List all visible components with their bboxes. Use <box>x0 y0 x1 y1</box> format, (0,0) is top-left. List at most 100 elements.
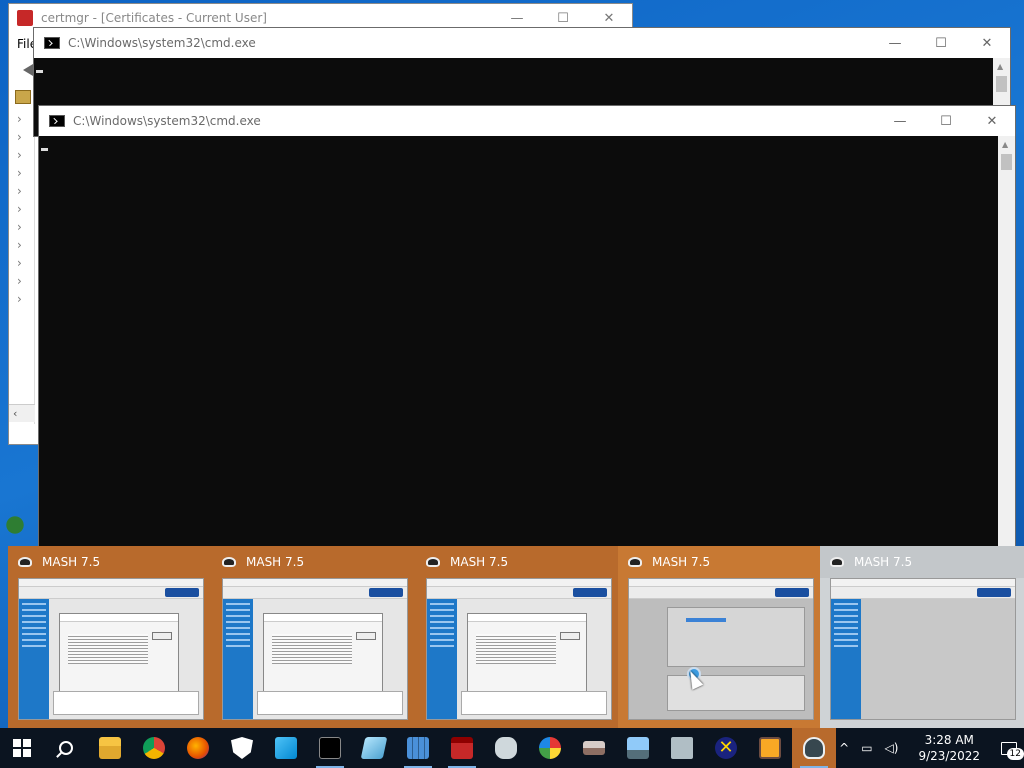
system-tray: ^ ▭ ◁) 3:28 AM 9/23/2022 12 <box>833 728 1024 768</box>
cmd-icon <box>44 37 60 49</box>
thumbnail-mash-2[interactable]: MASH 7.5 <box>212 546 416 728</box>
thumbnail-mash-5[interactable]: MASH 7.5 <box>820 546 1024 728</box>
expand-chevron-icon[interactable]: › <box>17 238 22 252</box>
cmd-front-titlebar[interactable]: C:\Windows\system32\cmd.exe — ☐ ✕ <box>39 106 1015 136</box>
back-arrow-icon[interactable] <box>15 64 33 76</box>
mash-logo <box>573 588 607 597</box>
computer-icon <box>627 737 649 759</box>
certmgr-title: certmgr - [Certificates - Current User] <box>41 11 267 25</box>
mash-logo <box>977 588 1011 597</box>
mash-icon <box>18 557 32 567</box>
horizontal-scrollbar[interactable]: ‹ <box>9 404 35 422</box>
search-icon <box>59 741 73 755</box>
scroll-thumb[interactable] <box>996 76 1007 92</box>
taskbar-chrome[interactable] <box>132 728 176 768</box>
clock-time: 3:28 AM <box>924 733 974 747</box>
show-hidden-icons-chevron-icon[interactable]: ^ <box>833 741 855 755</box>
taskbar-thumbnail-strip: MASH 7.5 MASH 7.5 MASH 7.5 MASH 7.5 MASH… <box>8 546 1024 728</box>
start-button[interactable] <box>0 728 44 768</box>
taskbar-calculator[interactable] <box>396 728 440 768</box>
taskbar-paint[interactable] <box>528 728 572 768</box>
mash-icon <box>830 557 844 567</box>
folder-icon[interactable] <box>15 90 31 104</box>
taskbar-network[interactable] <box>660 728 704 768</box>
cmd-window-front[interactable]: C:\Windows\system32\cmd.exe — ☐ ✕ ▲ <box>38 105 1016 550</box>
thumbnail-title: MASH 7.5 <box>854 555 913 569</box>
desktop: certmgr - [Certificates - Current User] … <box>0 0 1024 728</box>
taskbar-cmd[interactable] <box>308 728 352 768</box>
vertical-scrollbar[interactable]: ▲ <box>998 136 1015 549</box>
media-icon <box>759 737 781 759</box>
taskbar-toolbox[interactable] <box>440 728 484 768</box>
taskbar-hands[interactable] <box>484 728 528 768</box>
x-app-icon: ✕ <box>715 737 737 759</box>
scroll-thumb[interactable] <box>1001 154 1012 170</box>
notification-center-button[interactable]: 12 <box>994 736 1024 760</box>
minimize-button[interactable]: — <box>872 29 918 57</box>
security-shield-icon <box>231 737 253 759</box>
app-icon <box>360 737 388 759</box>
hands-icon <box>495 737 517 759</box>
text-cursor <box>41 148 48 151</box>
mash-logo <box>369 588 403 597</box>
scroll-up-icon[interactable]: ▲ <box>997 62 1003 71</box>
expand-chevron-icon[interactable]: › <box>17 274 22 288</box>
network-icon <box>671 737 693 759</box>
scanner-icon <box>583 741 605 755</box>
taskbar-x-app[interactable]: ✕ <box>704 728 748 768</box>
photos-icon <box>275 737 297 759</box>
minimize-button[interactable]: — <box>877 107 923 135</box>
cmd-back-title: C:\Windows\system32\cmd.exe <box>68 36 256 50</box>
thumbnail-mash-1[interactable]: MASH 7.5 <box>8 546 212 728</box>
expand-chevron-icon[interactable]: › <box>17 202 22 216</box>
expand-chevron-icon[interactable]: › <box>17 112 22 126</box>
taskbar-media[interactable] <box>748 728 792 768</box>
taskbar-photos[interactable] <box>264 728 308 768</box>
thumbnail-title: MASH 7.5 <box>450 555 509 569</box>
volume-icon[interactable]: ◁) <box>879 741 905 755</box>
thumbnail-preview <box>628 578 814 720</box>
network-status-icon[interactable]: ▭ <box>855 741 878 755</box>
clock[interactable]: 3:28 AM 9/23/2022 <box>904 732 994 764</box>
expand-chevron-icon[interactable]: › <box>17 130 22 144</box>
certmgr-tree: › › › › › › › › › › › <box>9 54 35 424</box>
cmd-icon <box>49 115 65 127</box>
cmd-icon <box>319 737 341 759</box>
search-button[interactable] <box>44 728 88 768</box>
thumbnail-mash-3[interactable]: MASH 7.5 <box>416 546 620 728</box>
maximize-button[interactable]: ☐ <box>923 107 969 135</box>
scroll-up-icon[interactable]: ▲ <box>1002 140 1008 149</box>
mash-icon <box>222 557 236 567</box>
paint-icon <box>539 737 561 759</box>
file-explorer-icon <box>99 737 121 759</box>
thumbnail-title: MASH 7.5 <box>246 555 305 569</box>
close-button[interactable]: ✕ <box>969 107 1015 135</box>
toolbox-icon <box>451 737 473 759</box>
taskbar-file-explorer[interactable] <box>88 728 132 768</box>
expand-chevron-icon[interactable]: › <box>17 292 22 306</box>
expand-chevron-icon[interactable]: › <box>17 148 22 162</box>
taskbar-firefox[interactable] <box>176 728 220 768</box>
cmd-front-title: C:\Windows\system32\cmd.exe <box>73 114 261 128</box>
taskbar-scanner[interactable] <box>572 728 616 768</box>
taskbar-computer[interactable] <box>616 728 660 768</box>
cmd-back-titlebar[interactable]: C:\Windows\system32\cmd.exe — ☐ ✕ <box>34 28 1010 58</box>
thumbnail-title: MASH 7.5 <box>42 555 101 569</box>
expand-chevron-icon[interactable]: › <box>17 256 22 270</box>
mash-logo <box>165 588 199 597</box>
calculator-icon <box>407 737 429 759</box>
taskbar-mash[interactable] <box>792 728 836 768</box>
thumbnail-mash-4[interactable]: MASH 7.5 <box>618 546 822 728</box>
close-button[interactable]: ✕ <box>964 29 1010 57</box>
desktop-app-icon[interactable] <box>0 510 30 540</box>
thumbnail-preview <box>222 578 408 720</box>
mash-icon <box>628 557 642 567</box>
taskbar-app[interactable] <box>352 728 396 768</box>
expand-chevron-icon[interactable]: › <box>17 184 22 198</box>
certificate-icon <box>17 10 33 26</box>
expand-chevron-icon[interactable]: › <box>17 220 22 234</box>
expand-chevron-icon[interactable]: › <box>17 166 22 180</box>
chrome-icon <box>143 737 165 759</box>
taskbar-security[interactable] <box>220 728 264 768</box>
maximize-button[interactable]: ☐ <box>918 29 964 57</box>
